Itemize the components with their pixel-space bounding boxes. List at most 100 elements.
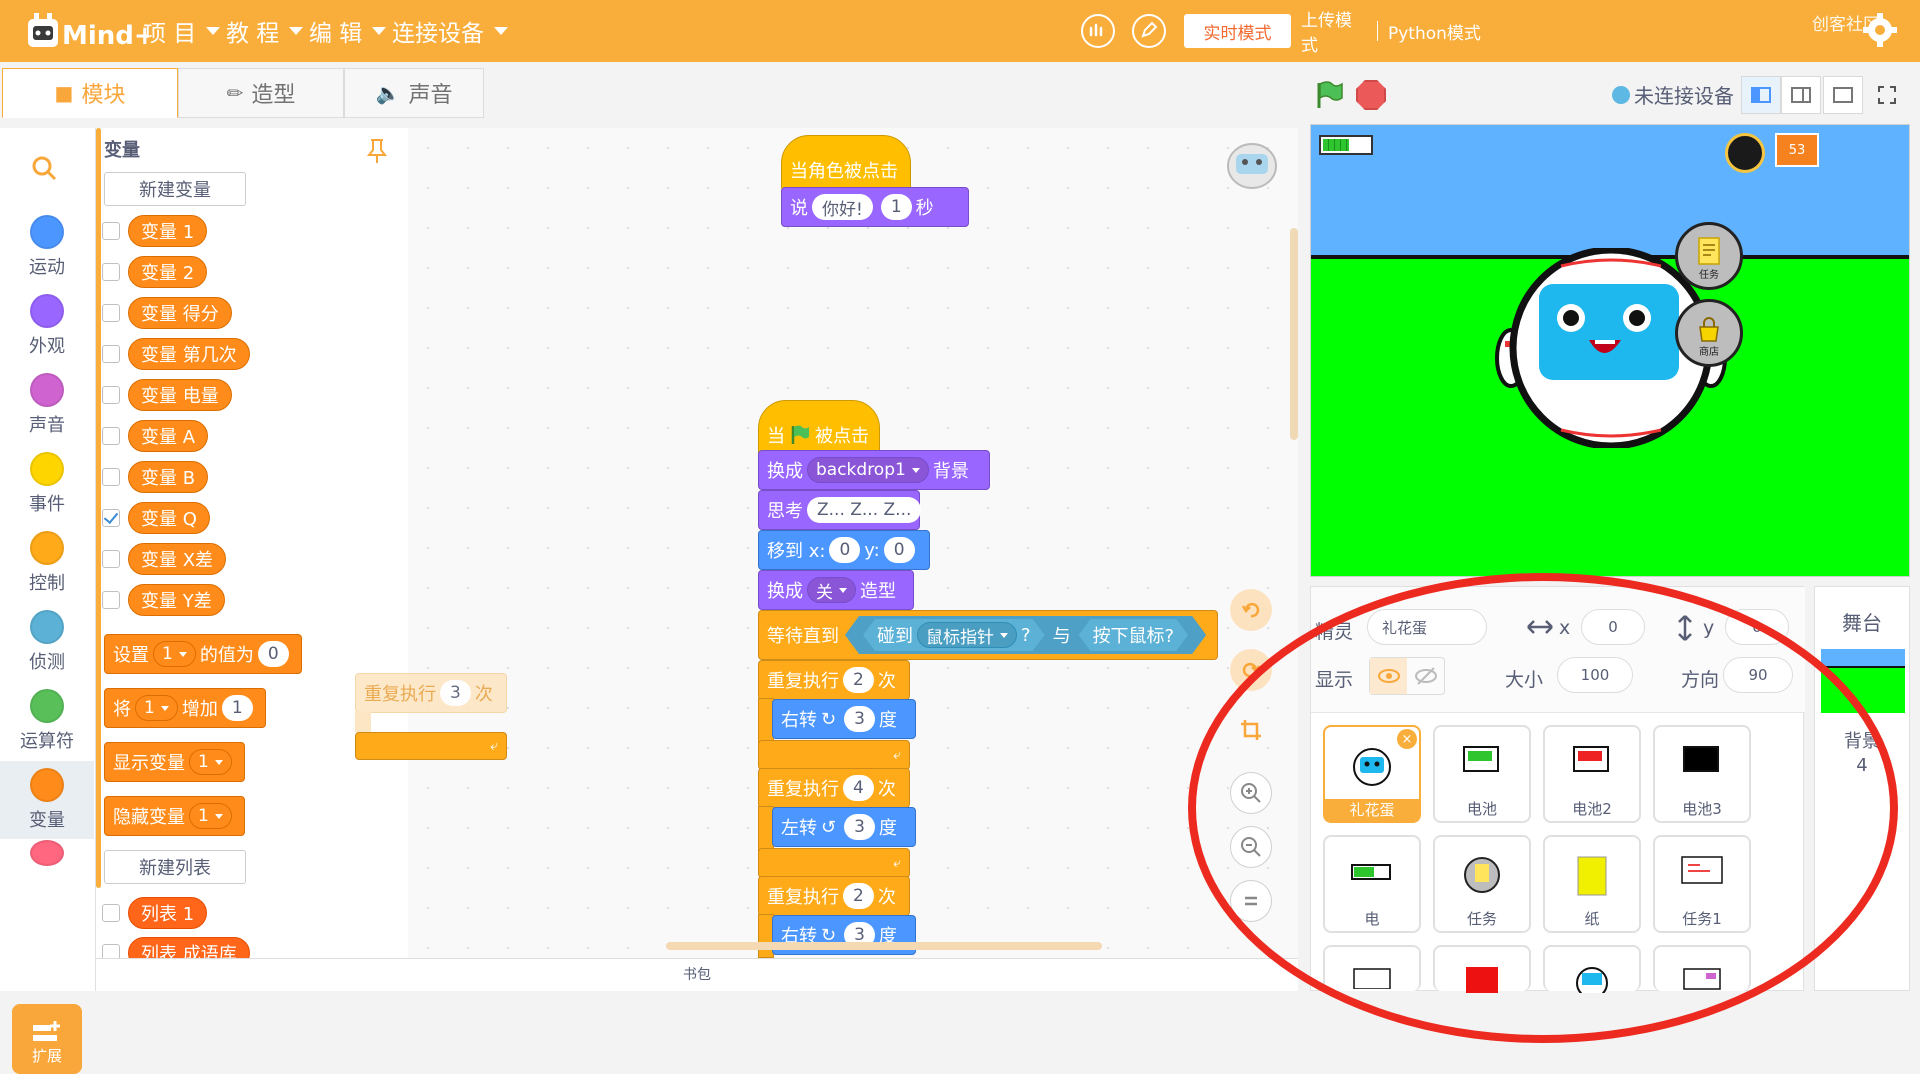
fullscreen-button[interactable] <box>1867 76 1907 114</box>
sprite-tile[interactable] <box>1433 945 1531 993</box>
x-input[interactable]: 0 <box>829 537 861 563</box>
category-events[interactable]: 事件 <box>0 445 94 523</box>
delete-icon[interactable]: × <box>1397 729 1417 749</box>
value-input[interactable]: 0 <box>257 641 289 667</box>
variable-dropdown[interactable]: 1 <box>153 641 196 667</box>
task-button[interactable]: 任务 <box>1675 222 1743 290</box>
turn-left-block[interactable]: 左转 ↺ 3 度 <box>772 807 916 847</box>
list-reporter[interactable]: 列表 1 <box>128 897 208 929</box>
variable-reporter[interactable]: 变量 2 <box>128 256 208 288</box>
wait-until-block[interactable]: 等待直到 碰到 鼠标指针? 与 按下鼠标? <box>758 610 1218 660</box>
set-variable-block[interactable]: 设置 1 的值为 0 <box>104 634 302 674</box>
category-looks[interactable]: 外观 <box>0 287 94 365</box>
size-input[interactable]: 100 <box>1557 657 1633 693</box>
sprite-tile[interactable]: 纸 <box>1543 835 1641 933</box>
sprite-tile[interactable] <box>1653 945 1751 991</box>
hide-variable-block[interactable]: 隐藏变量 1 <box>104 796 245 836</box>
repeat-count-input[interactable]: 2 <box>843 883 874 909</box>
degrees-input[interactable]: 3 <box>844 706 875 732</box>
variable-dropdown[interactable]: 1 <box>189 749 232 775</box>
goto-xy-block[interactable]: 移到 x: 0 y: 0 <box>758 530 930 570</box>
variable-reporter[interactable]: 变量 1 <box>128 215 208 247</box>
sprite-tile[interactable]: 电 <box>1323 835 1421 933</box>
turn-right-block[interactable]: 右转 ↻ 3 度 <box>772 699 916 739</box>
vertical-scrollbar[interactable] <box>1290 228 1298 440</box>
variable-checkbox[interactable] <box>102 468 120 486</box>
menu-tutorial[interactable]: 教 程 <box>226 14 304 48</box>
tab-costumes[interactable]: ✏ 造型 <box>178 68 344 118</box>
new-list-button[interactable]: 新建列表 <box>104 850 246 884</box>
sprite-tile[interactable]: 任务 <box>1433 835 1531 933</box>
variable-checkbox[interactable] <box>102 386 120 404</box>
backdrop-dropdown[interactable]: backdrop1 <box>807 457 929 483</box>
when-sprite-clicked-hat[interactable]: 当角色被点击 <box>781 135 911 191</box>
variable-reporter[interactable]: 变量 A <box>128 420 209 452</box>
sprite-tile[interactable]: 任务1 <box>1653 835 1751 933</box>
mouse-down-block[interactable]: 按下鼠标? <box>1079 619 1189 651</box>
variable-dropdown[interactable]: 1 <box>135 695 178 721</box>
show-button[interactable] <box>1370 658 1407 694</box>
say-text-input[interactable]: 你好! <box>812 194 873 220</box>
new-variable-button[interactable]: 新建变量 <box>104 172 246 206</box>
list-checkbox[interactable] <box>102 944 120 958</box>
zoom-reset-button[interactable] <box>1230 880 1272 922</box>
variable-checkbox[interactable] <box>102 263 120 281</box>
think-block[interactable]: 思考 Z... Z... Z... <box>758 490 922 530</box>
sprite-name-input[interactable]: 礼花蛋 <box>1367 609 1487 645</box>
mindplus-logo[interactable]: Mind+ <box>26 11 148 53</box>
list-checkbox[interactable] <box>102 904 120 922</box>
variable-checkbox-checked[interactable] <box>102 509 120 527</box>
backpack[interactable]: 书包 <box>96 958 1298 991</box>
variable-reporter[interactable]: 变量 得分 <box>128 297 232 329</box>
variable-checkbox[interactable] <box>102 345 120 363</box>
normal-stage-button[interactable] <box>1781 76 1821 114</box>
large-stage-button[interactable] <box>1823 76 1863 114</box>
value-input[interactable]: 1 <box>221 695 253 721</box>
redo-button[interactable] <box>1230 649 1272 691</box>
variable-checkbox[interactable] <box>102 591 120 609</box>
small-stage-button[interactable] <box>1741 76 1781 114</box>
change-variable-block[interactable]: 将 1 增加 1 <box>104 688 266 728</box>
variable-reporter[interactable]: 变量 X差 <box>128 543 227 575</box>
category-sensing[interactable]: 侦测 <box>0 603 94 681</box>
category-motion[interactable]: 运动 <box>0 208 94 286</box>
variable-checkbox[interactable] <box>102 304 120 322</box>
show-variable-block[interactable]: 显示变量 1 <box>104 742 245 782</box>
direction-input[interactable]: 90 <box>1723 657 1793 693</box>
stage-selector[interactable]: 舞台 背景 4 <box>1814 586 1910 991</box>
y-input[interactable]: 0 <box>883 537 915 563</box>
repeat-count-input[interactable]: 4 <box>843 775 874 801</box>
touching-dropdown[interactable]: 鼠标指针 <box>917 622 1017 648</box>
sprite-tile[interactable]: 电池3 <box>1653 725 1751 823</box>
green-flag-icon[interactable] <box>1314 80 1344 110</box>
category-control[interactable]: 控制 <box>0 524 94 602</box>
variable-checkbox[interactable] <box>102 550 120 568</box>
python-mode-button[interactable]: Python模式 <box>1378 14 1491 48</box>
switch-backdrop-block[interactable]: 换成 backdrop1 背景 <box>758 450 990 490</box>
and-operator[interactable]: 碰到 鼠标指针? 与 按下鼠标? <box>845 616 1206 654</box>
variable-checkbox[interactable] <box>102 222 120 240</box>
horizontal-scrollbar[interactable] <box>666 942 1102 950</box>
variable-reporter[interactable]: 变量 B <box>128 461 209 493</box>
variable-reporter[interactable]: 变量 Y差 <box>128 584 225 616</box>
say-for-secs-block[interactable]: 说你好! 1 秒 <box>781 187 969 227</box>
variable-reporter[interactable]: 变量 电量 <box>128 379 232 411</box>
upload-mode-button[interactable]: 上传模式 <box>1291 11 1377 56</box>
gear-icon[interactable] <box>1862 12 1898 48</box>
variable-checkbox[interactable] <box>102 427 120 445</box>
extension-button[interactable]: 扩展 <box>12 1004 82 1074</box>
menu-connect-device[interactable]: 连接设备 <box>392 14 508 48</box>
repeat-block[interactable]: 重复执行 4 次 <box>758 768 910 808</box>
secs-input[interactable]: 1 <box>880 194 912 220</box>
degrees-input[interactable]: 3 <box>844 814 875 840</box>
variable-reporter[interactable]: 变量 Q <box>128 502 210 534</box>
undo-button[interactable] <box>1230 589 1272 631</box>
category-operators[interactable]: 运算符 <box>0 682 94 760</box>
repeat-block[interactable]: 重复执行 2 次 <box>758 660 910 700</box>
sprite-tile[interactable]: 电池2 <box>1543 725 1641 823</box>
tab-blocks[interactable]: ■ 模块 <box>2 68 178 118</box>
menu-project[interactable]: 项 目 <box>143 14 221 48</box>
repeat-count-input[interactable]: 3 <box>440 680 471 706</box>
costume-dropdown[interactable]: 关 <box>807 577 856 603</box>
sprite-tile[interactable]: 电池 <box>1433 725 1531 823</box>
